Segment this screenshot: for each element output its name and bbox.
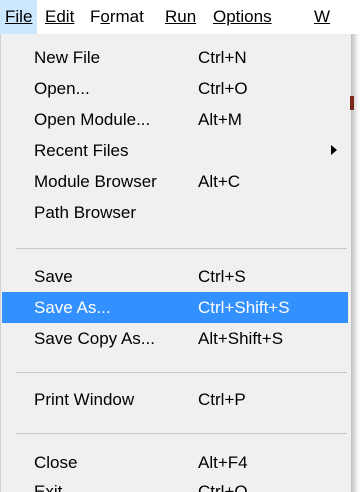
menu-item-path-browser[interactable]: Path Browser <box>2 197 348 228</box>
menu-file-label: File <box>5 7 33 26</box>
close-label: Close <box>34 453 78 472</box>
menu-window-label: W <box>314 7 331 26</box>
menu-format-label: Format <box>90 7 144 26</box>
print-window-shortcut: Ctrl+P <box>198 390 246 409</box>
menu-item-module-browser[interactable]: Module Browser Alt+C <box>2 166 348 197</box>
menu-format[interactable]: Format <box>85 0 149 34</box>
background-window-hint <box>350 96 354 110</box>
menu-separator <box>16 433 347 434</box>
menu-edit[interactable]: Edit <box>40 0 79 34</box>
new-file-label: New File <box>34 48 101 67</box>
menu-run[interactable]: Run <box>160 0 201 34</box>
menu-item-close[interactable]: Close Alt+F4 <box>2 447 348 478</box>
menu-bar: File Edit Format Run Options W <box>0 0 360 34</box>
menu-item-open[interactable]: Open... Ctrl+O <box>2 73 348 104</box>
open-shortcut: Ctrl+O <box>198 79 248 98</box>
menu-window[interactable]: W <box>309 0 335 34</box>
file-menu-dropdown: New File Ctrl+N Open... Ctrl+O Open Modu… <box>0 34 351 492</box>
exit-label: Exit <box>34 482 63 492</box>
save-copy-as-label: Save Copy As... <box>34 329 155 348</box>
open-module-label: Open Module... <box>34 110 151 129</box>
menu-edit-label: Edit <box>45 7 75 26</box>
menu-item-save-as[interactable]: Save As... Ctrl+Shift+S <box>2 292 348 323</box>
menu-item-open-module[interactable]: Open Module... Alt+M <box>2 104 348 135</box>
menu-separator <box>16 248 347 249</box>
exit-shortcut: Ctrl+Q <box>198 482 248 492</box>
recent-files-label: Recent Files <box>34 141 129 160</box>
new-file-shortcut: Ctrl+N <box>198 48 247 67</box>
save-copy-as-shortcut: Alt+Shift+S <box>198 329 284 348</box>
module-browser-shortcut: Alt+C <box>198 172 241 191</box>
path-browser-label: Path Browser <box>34 203 137 222</box>
menu-file[interactable]: File <box>0 0 38 34</box>
module-browser-label: Module Browser <box>34 172 157 191</box>
save-as-label: Save As... <box>34 298 111 317</box>
menu-item-recent-files[interactable]: Recent Files <box>2 135 348 166</box>
submenu-arrow-icon <box>331 145 337 155</box>
open-module-shortcut: Alt+M <box>198 110 242 129</box>
save-shortcut: Ctrl+S <box>198 267 246 286</box>
menu-run-label: Run <box>165 7 197 26</box>
print-window-label: Print Window <box>34 390 135 409</box>
close-shortcut: Alt+F4 <box>198 453 248 472</box>
menu-item-print-window[interactable]: Print Window Ctrl+P <box>2 384 348 415</box>
save-label: Save <box>34 267 73 286</box>
menu-item-save[interactable]: Save Ctrl+S <box>2 261 348 292</box>
menu-item-new-file[interactable]: New File Ctrl+N <box>2 42 348 73</box>
menu-item-save-copy-as[interactable]: Save Copy As... Alt+Shift+S <box>2 323 348 354</box>
save-as-shortcut: Ctrl+Shift+S <box>198 298 290 317</box>
menu-options-label: Options <box>213 7 272 26</box>
menu-options[interactable]: Options <box>208 0 277 34</box>
menu-item-exit[interactable]: Exit Ctrl+Q <box>2 476 348 492</box>
open-label: Open... <box>34 79 90 98</box>
menu-separator <box>16 372 347 373</box>
